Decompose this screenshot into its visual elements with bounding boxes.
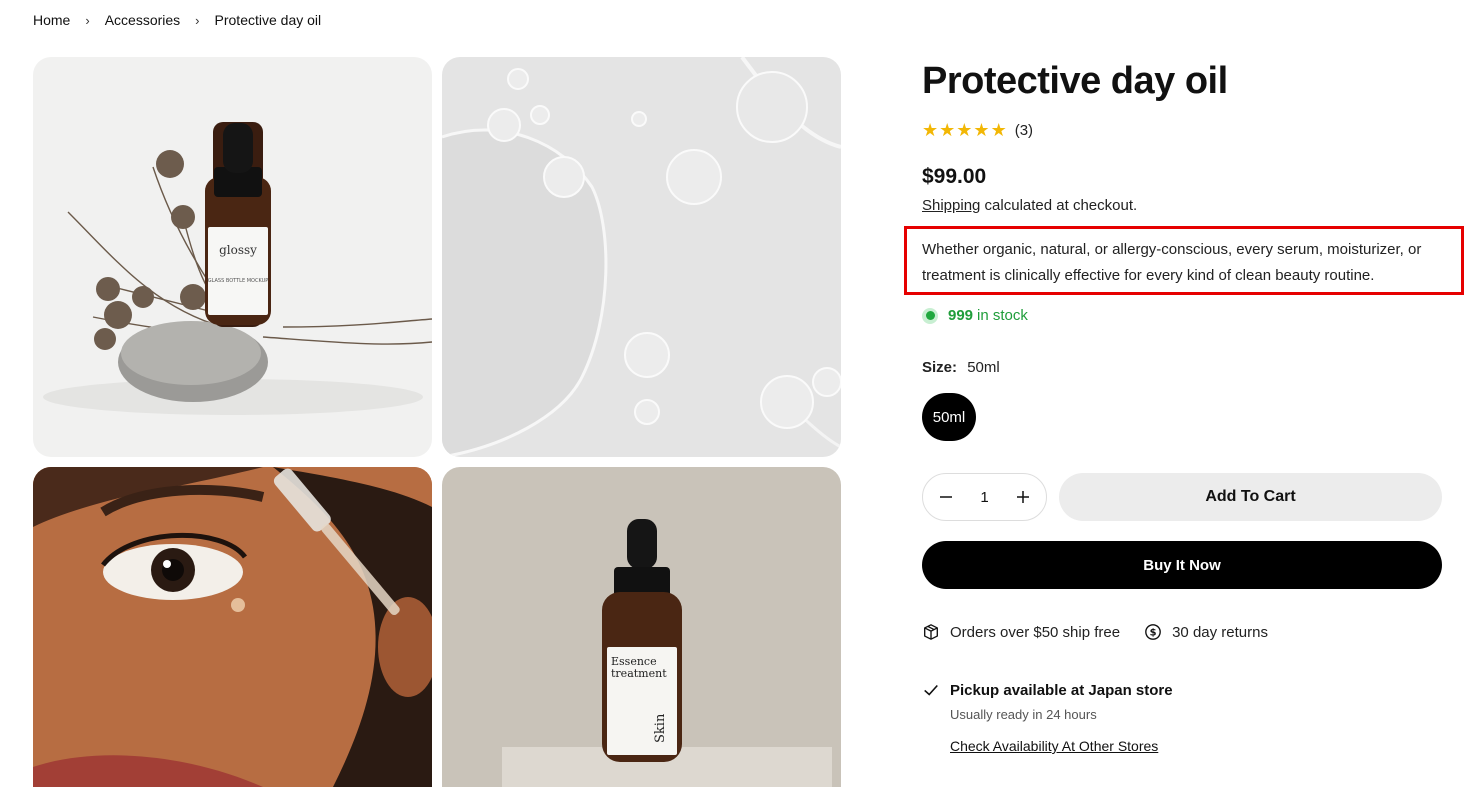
svg-text:$: $: [1150, 628, 1157, 639]
stock-count: 999: [948, 307, 974, 324]
product-perks: Orders over $50 ship free $ 30 day retur…: [922, 623, 1292, 641]
essence-brand-text: Skin: [653, 713, 668, 743]
shipping-link[interactable]: Shipping: [922, 197, 980, 214]
product-rating[interactable]: ★ ★ ★ ★ ★ (3): [922, 121, 1442, 139]
star-icon: ★: [990, 120, 1007, 140]
chevron-right-icon: ›: [195, 12, 200, 28]
perk-free-shipping-text: Orders over $50 ship free: [950, 623, 1121, 641]
size-selector-label: Size: 50ml: [922, 359, 1000, 376]
bottle-label-subtext: GLASS BOTTLE MOCKUP: [208, 278, 269, 284]
pickup-title-row: Pickup available at Japan store: [922, 681, 1173, 699]
star-icon: ★: [956, 120, 973, 140]
product-image-bottle-stone[interactable]: glossy GLASS BOTTLE MOCKUP: [33, 57, 432, 457]
product-price: $99.00: [922, 165, 987, 188]
product-image-face-dropper[interactable]: [33, 467, 432, 787]
breadcrumb-accessories[interactable]: Accessories: [105, 12, 180, 28]
stock-status: 999 in stock: [922, 307, 1028, 324]
rating-stars: ★ ★ ★ ★ ★: [922, 121, 1007, 139]
buy-it-now-button[interactable]: Buy It Now: [922, 541, 1442, 589]
pickup-availability: Pickup available at Japan store Usually …: [922, 681, 1173, 756]
in-stock-dot-icon: [922, 307, 938, 324]
size-label: Size:: [922, 359, 958, 376]
product-image-essence-bottle[interactable]: Essence treatment Skin: [442, 467, 841, 787]
product-gallery: glossy GLASS BOTTLE MOCKUP Essence treat…: [33, 57, 843, 787]
perk-returns: $ 30 day returns: [1144, 623, 1268, 641]
rating-count[interactable]: (3): [1015, 122, 1033, 139]
breadcrumb-home[interactable]: Home: [33, 12, 70, 28]
chevron-right-icon: ›: [85, 12, 90, 28]
add-to-cart-button[interactable]: Add To Cart: [1059, 473, 1442, 521]
perk-returns-text: 30 day returns: [1172, 623, 1268, 641]
checkmark-icon: [924, 684, 938, 696]
product-info: Protective day oil ★ ★ ★ ★ ★ (3) $99.00 …: [904, 55, 1464, 754]
essence-label-line2: treatment: [611, 667, 667, 680]
dollar-circle-icon: $: [1145, 624, 1161, 640]
star-icon: ★: [973, 120, 990, 140]
quantity-stepper: 1: [922, 473, 1047, 521]
bottle-label-text: glossy: [219, 243, 257, 257]
size-value: 50ml: [967, 359, 1000, 376]
product-description: Whether organic, natural, or allergy-con…: [922, 241, 1422, 284]
star-icon: ★: [939, 120, 956, 140]
breadcrumb-current: Protective day oil: [214, 12, 322, 28]
perk-free-shipping: Orders over $50 ship free: [922, 623, 1120, 641]
breadcrumb: Home › Accessories › Protective day oil: [33, 12, 321, 28]
product-title: Protective day oil: [922, 60, 1228, 102]
shipping-note: Shipping calculated at checkout.: [922, 197, 1442, 214]
pickup-subtitle: Usually ready in 24 hours: [950, 707, 1097, 722]
size-option-50ml[interactable]: 50ml: [922, 393, 976, 441]
product-image-bubbles[interactable]: [442, 57, 841, 457]
check-availability-link[interactable]: Check Availability At Other Stores: [950, 738, 1158, 754]
stock-text: in stock: [977, 307, 1028, 324]
shipping-note-text: calculated at checkout.: [980, 197, 1138, 214]
minus-icon[interactable]: [937, 488, 955, 506]
quantity-value[interactable]: 1: [980, 489, 988, 506]
star-icon: ★: [922, 120, 939, 140]
plus-icon[interactable]: [1014, 488, 1032, 506]
package-icon: [924, 624, 938, 640]
pickup-title: Pickup available at Japan store: [950, 681, 1173, 699]
